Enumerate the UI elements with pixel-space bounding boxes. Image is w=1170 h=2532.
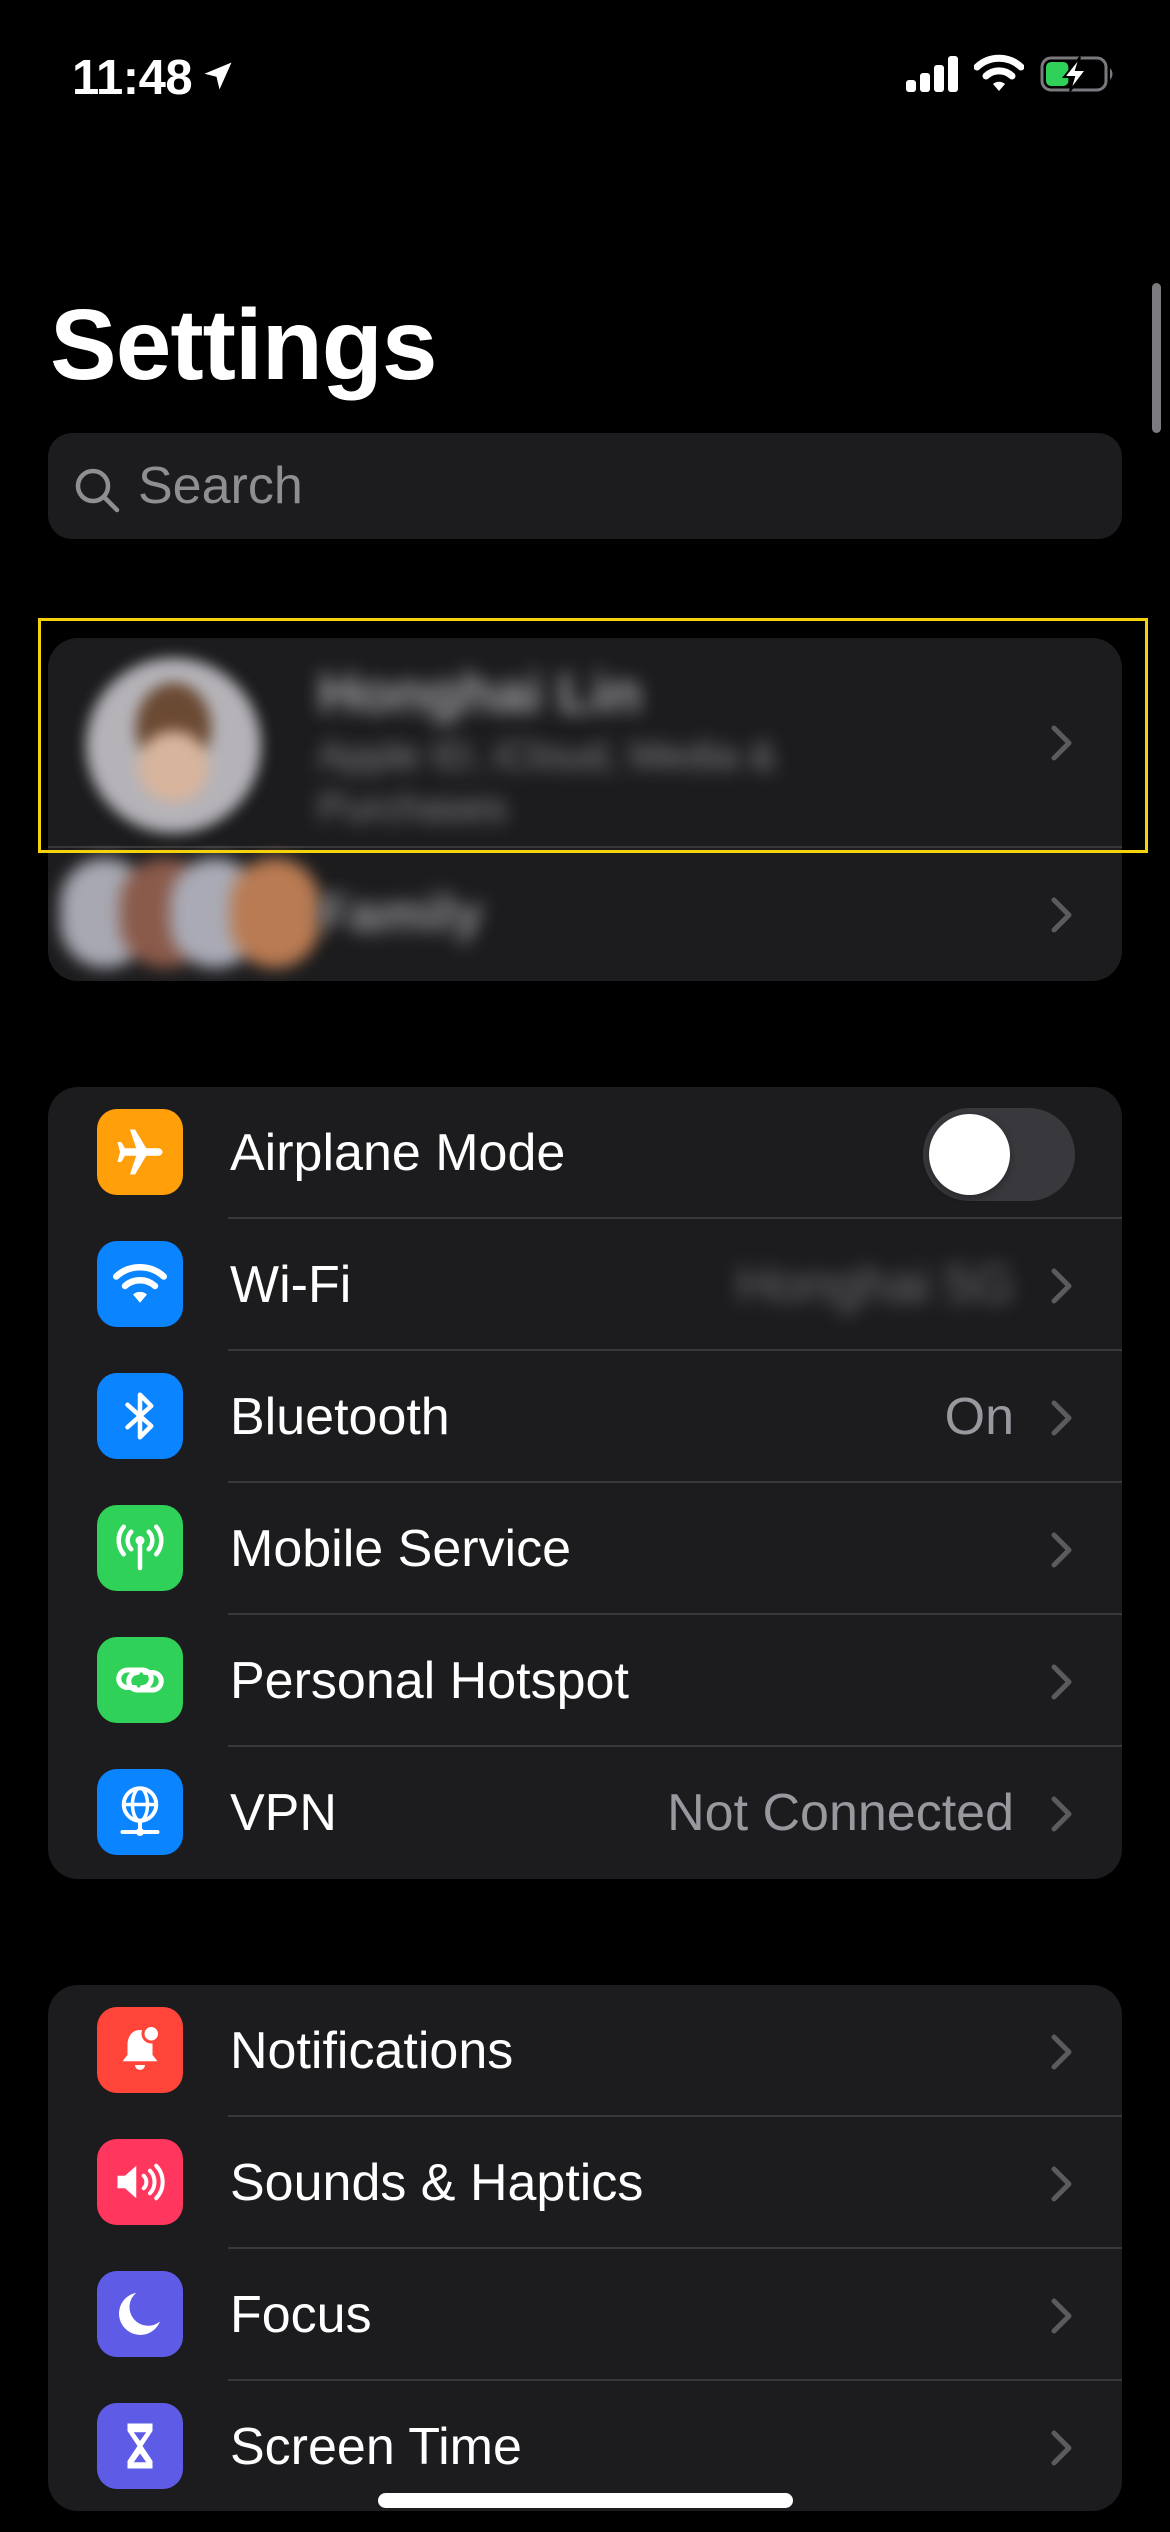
search-icon — [75, 468, 120, 513]
family-label: Family — [318, 885, 483, 943]
search-bar[interactable] — [48, 433, 1122, 539]
chevron-right-icon — [1051, 1400, 1072, 1436]
antenna-icon — [97, 1505, 183, 1591]
speaker-icon — [97, 2139, 183, 2225]
profile-group: Honghai Lin Apple ID, iCloud, Media & Pu… — [48, 638, 1122, 981]
chevron-right-icon — [1051, 725, 1072, 761]
location-arrow-icon — [204, 62, 232, 90]
battery-level-fill — [1046, 62, 1069, 86]
family-avatars — [60, 858, 330, 968]
row-label: Screen Time — [230, 2418, 522, 2476]
chevron-right-icon — [1051, 1532, 1072, 1568]
row-airplane-mode[interactable]: Airplane Mode — [48, 1087, 1122, 1219]
row-label: Wi-Fi — [230, 1256, 352, 1314]
row-screen-time[interactable]: Screen Time — [48, 2381, 1122, 2511]
hourglass-icon — [97, 2403, 183, 2489]
chevron-right-icon — [1051, 897, 1072, 933]
profile-name: Honghai Lin — [318, 661, 642, 724]
connectivity-group: Airplane Mode Wi-Fi Honghai 5G Bluetooth… — [48, 1087, 1122, 1879]
moon-icon — [97, 2271, 183, 2357]
row-notifications[interactable]: Notifications — [48, 1985, 1122, 2117]
scrollbar[interactable] — [1152, 283, 1161, 433]
wifi-icon — [97, 1241, 183, 1327]
apple-id-row[interactable]: Honghai Lin Apple ID, iCloud, Media & Pu… — [48, 638, 1122, 848]
avatar — [86, 658, 261, 833]
row-mobile-service[interactable]: Mobile Service — [48, 1483, 1122, 1615]
notifications-group: Notifications Sounds & Haptics Focus Scr… — [48, 1985, 1122, 2511]
vpn-globe-icon — [97, 1769, 183, 1855]
vpn-status-value: Not Connected — [667, 1784, 1014, 1842]
wifi-icon — [974, 54, 1024, 91]
toggle-knob — [929, 1114, 1010, 1195]
chevron-right-icon — [1051, 2298, 1072, 2334]
row-label: Bluetooth — [230, 1388, 450, 1446]
chevron-right-icon — [1051, 2034, 1072, 2070]
row-label: VPN — [230, 1784, 337, 1842]
airplane-mode-toggle[interactable] — [923, 1108, 1075, 1201]
bluetooth-status-value: On — [944, 1388, 1014, 1446]
chevron-right-icon — [1051, 1796, 1072, 1832]
row-label: Notifications — [230, 2022, 514, 2080]
chevron-right-icon — [1051, 1268, 1072, 1304]
row-label: Airplane Mode — [230, 1124, 566, 1182]
chevron-right-icon — [1051, 1664, 1072, 1700]
home-indicator[interactable] — [378, 2493, 793, 2508]
bell-badge-icon — [97, 2007, 183, 2093]
row-focus[interactable]: Focus — [48, 2249, 1122, 2381]
status-time: 11:48 — [72, 51, 193, 105]
row-label: Mobile Service — [230, 1520, 572, 1578]
profile-subtitle: Apple ID, iCloud, Media & Purchases — [318, 734, 777, 830]
row-label: Personal Hotspot — [230, 1652, 629, 1710]
chevron-right-icon — [1051, 2430, 1072, 2466]
bluetooth-icon — [97, 1373, 183, 1459]
row-sounds-haptics[interactable]: Sounds & Haptics — [48, 2117, 1122, 2249]
chevron-right-icon — [1051, 2166, 1072, 2202]
page-title: Settings — [50, 289, 437, 401]
wifi-network-value: Honghai 5G — [736, 1256, 1014, 1314]
cellular-signal-icon — [906, 56, 958, 92]
link-icon — [97, 1637, 183, 1723]
family-row[interactable]: Family — [48, 848, 1122, 981]
battery-charging-icon — [1040, 56, 1113, 92]
row-wifi[interactable]: Wi-Fi Honghai 5G — [48, 1219, 1122, 1351]
row-vpn[interactable]: VPN Not Connected — [48, 1747, 1122, 1879]
airplane-icon — [97, 1109, 183, 1195]
row-bluetooth[interactable]: Bluetooth On — [48, 1351, 1122, 1483]
row-personal-hotspot[interactable]: Personal Hotspot — [48, 1615, 1122, 1747]
search-input[interactable] — [138, 433, 1038, 539]
row-label: Focus — [230, 2286, 372, 2344]
row-label: Sounds & Haptics — [230, 2154, 644, 2212]
